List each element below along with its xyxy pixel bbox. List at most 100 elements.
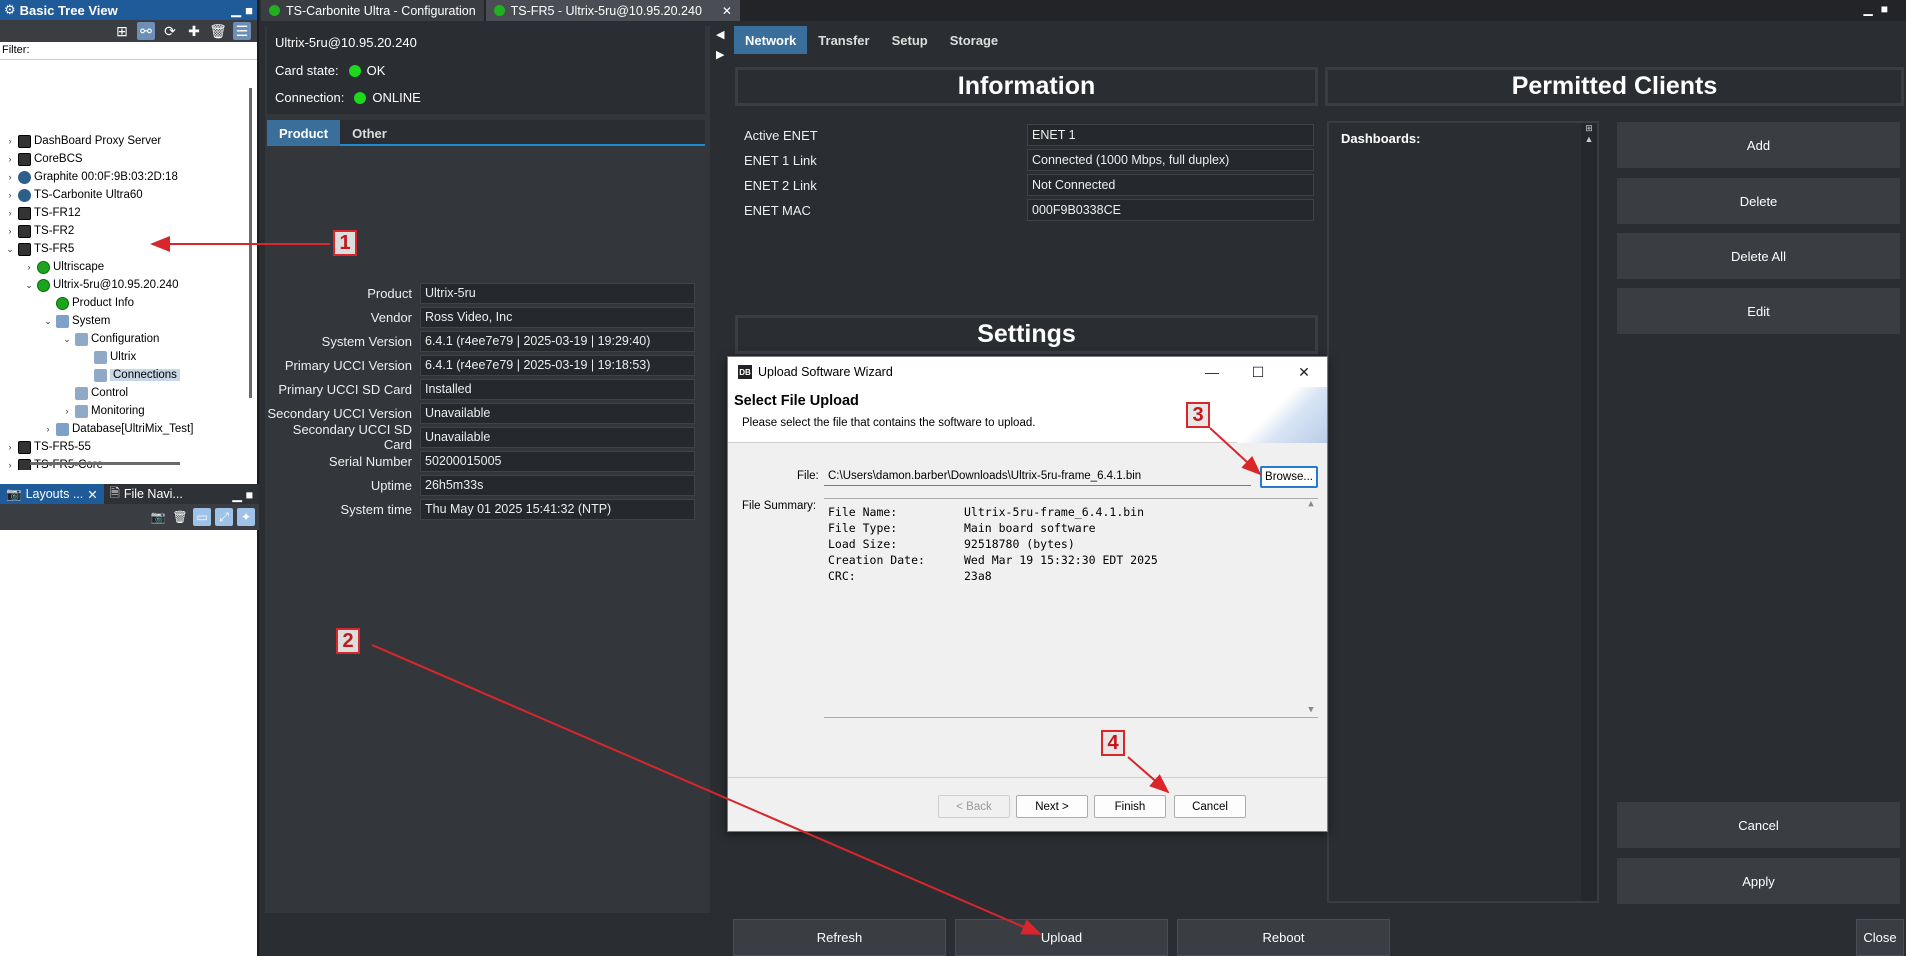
chevron-down-icon[interactable]: ⌄	[61, 334, 73, 345]
dashboards-scrollbar[interactable]: ⊞ ▲	[1581, 123, 1597, 901]
network-value[interactable]: 000F9B0338CE	[1027, 199, 1314, 221]
link-icon[interactable]: ⚯	[137, 22, 155, 40]
product-info-value[interactable]: Thu May 01 2025 15:41:32 (NTP)	[420, 498, 695, 520]
filter-label[interactable]: Filter:	[0, 42, 257, 60]
tree-item[interactable]: › Database[UltriMix_Test]	[42, 420, 193, 438]
tab-file-navigator[interactable]: 🗎 File Navi...	[104, 484, 189, 505]
refresh-icon[interactable]: ⟳	[161, 22, 179, 40]
tree-item[interactable]: › Ultriscape	[23, 258, 104, 276]
chevron-down-icon[interactable]: ⌄	[4, 244, 16, 255]
window-controls[interactable]: ▁■	[1864, 2, 1896, 16]
close-icon[interactable]: ✕	[722, 4, 732, 18]
tab-product[interactable]: Product	[267, 120, 341, 146]
tree-item[interactable]: Control	[61, 384, 128, 402]
chevron-right-icon[interactable]: ›	[23, 262, 35, 272]
tree-item[interactable]: Product Info	[42, 294, 134, 312]
refresh-button[interactable]: Refresh	[733, 919, 946, 956]
tree-item[interactable]: › Graphite 00:0F:9B:03:2D:18	[4, 168, 178, 186]
next-button[interactable]: Next >	[1016, 795, 1088, 818]
expand-icon[interactable]: ⤢	[215, 508, 233, 526]
product-info-value[interactable]: 26h5m33s	[420, 474, 695, 496]
apply-button[interactable]: Apply	[1616, 857, 1901, 905]
tab-carbonite-configuration[interactable]: TS-Carbonite Ultra - Configuration	[261, 0, 484, 21]
chevron-right-icon[interactable]: ›	[4, 172, 16, 182]
minimize-icon[interactable]: ▁ ■	[232, 487, 259, 502]
camera-icon[interactable]: 📷	[149, 508, 167, 526]
network-value[interactable]: Connected (1000 Mbps, full duplex)	[1027, 149, 1314, 171]
browse-button[interactable]: Browse...	[1260, 466, 1318, 488]
chevron-right-icon[interactable]: ›	[42, 424, 54, 434]
dashboards-list[interactable]: Dashboards: ⊞ ▲	[1327, 121, 1599, 903]
gear-icon[interactable]: ⚙	[4, 2, 16, 18]
list-view-icon[interactable]: ☰	[233, 22, 251, 40]
chevron-right-icon[interactable]: ›	[4, 190, 16, 200]
tree-item[interactable]: › TS-Carbonite Ultra60	[4, 186, 143, 204]
close-button[interactable]: Close	[1856, 919, 1904, 956]
product-info-value[interactable]: Ross Video, Inc	[420, 306, 695, 328]
new-window-icon[interactable]: ⊞	[113, 22, 131, 40]
tab-network[interactable]: Network	[734, 26, 808, 54]
tree-item[interactable]: Ultrix	[80, 348, 136, 366]
maximize-icon[interactable]: ■	[245, 3, 253, 18]
product-info-value[interactable]: Unavailable	[420, 402, 695, 424]
cancel-button[interactable]: Cancel	[1174, 795, 1246, 818]
star-icon[interactable]: ✦	[237, 508, 255, 526]
close-icon[interactable]: ✕	[87, 487, 97, 502]
chevron-right-icon[interactable]: ›	[4, 154, 16, 164]
product-info-value[interactable]: 6.4.1 (r4ee7e79 | 2025-03-19 | 19:29:40)	[420, 330, 695, 352]
product-info-value[interactable]: Installed	[420, 378, 695, 400]
network-value[interactable]: Not Connected	[1027, 174, 1314, 196]
tree-item[interactable]: › CoreBCS	[4, 150, 83, 168]
delete-icon[interactable]: 🗑	[171, 508, 189, 526]
summary-scrollbar[interactable]: ▲ ▼	[1304, 499, 1318, 717]
chevron-right-icon[interactable]: ›	[4, 460, 16, 470]
delete-button[interactable]: Delete	[1616, 177, 1901, 225]
finish-button[interactable]: Finish	[1094, 795, 1166, 818]
tab-transfer[interactable]: Transfer	[807, 26, 880, 54]
tree-item[interactable]: Connections	[80, 366, 180, 384]
tree-item[interactable]: › DashBoard Proxy Server	[4, 132, 161, 150]
add-icon[interactable]: ✚	[185, 22, 203, 40]
chevron-right-icon[interactable]: ›	[61, 406, 73, 416]
chevron-right-icon[interactable]: ›	[4, 136, 16, 146]
product-info-value[interactable]: Unavailable	[420, 426, 695, 448]
collapse-left-icon[interactable]: ◀	[716, 28, 724, 41]
layout-view-icon[interactable]: ▭	[193, 508, 211, 526]
tree-item[interactable]: ⌄ Configuration	[61, 330, 159, 348]
product-info-value[interactable]: 6.4.1 (r4ee7e79 | 2025-03-19 | 19:18:53)	[420, 354, 695, 376]
tree-item[interactable]: ⌄ Ultrix-5ru@10.95.20.240	[23, 276, 178, 294]
chevron-right-icon[interactable]: ›	[4, 226, 16, 236]
tree-item[interactable]: › TS-FR2	[4, 222, 74, 240]
tree-item[interactable]: › TS-FR5-55	[4, 438, 91, 456]
tree-vertical-scrollbar[interactable]	[249, 88, 252, 398]
chevron-right-icon[interactable]: ›	[4, 208, 16, 218]
tab-layouts[interactable]: 📷 Layouts ... ✕	[0, 484, 104, 504]
tree-item[interactable]: ⌄ TS-FR5	[4, 240, 74, 258]
add-button[interactable]: Add	[1616, 121, 1901, 169]
minimize-icon[interactable]: —	[1189, 357, 1235, 387]
tree-item[interactable]: › Monitoring	[61, 402, 145, 420]
tab-ultrix-device[interactable]: TS-FR5 - Ultrix-5ru@10.95.20.240 ✕	[485, 0, 740, 21]
product-info-value[interactable]: 50200015005	[420, 450, 695, 472]
close-icon[interactable]: ✕	[1281, 357, 1327, 387]
chevron-right-icon[interactable]: ›	[4, 442, 16, 452]
upload-button[interactable]: Upload	[955, 919, 1168, 956]
minimize-icon[interactable]: ▁	[231, 2, 241, 18]
tree-item[interactable]: › TS-FR12	[4, 204, 81, 222]
expand-right-icon[interactable]: ▶	[716, 48, 724, 61]
back-button[interactable]: < Back	[938, 795, 1010, 818]
maximize-icon[interactable]: ☐	[1235, 357, 1281, 387]
file-summary-box[interactable]: File Name: Ultrix-5ru-frame_6.4.1.bin File…	[824, 498, 1318, 718]
chevron-down-icon[interactable]: ⌄	[42, 316, 54, 327]
delete-icon[interactable]: 🗑	[209, 22, 227, 40]
tree-horizontal-scrollbar[interactable]	[30, 462, 180, 465]
tab-setup[interactable]: Setup	[881, 26, 939, 54]
network-value[interactable]: ENET 1	[1027, 124, 1314, 146]
product-info-value[interactable]: Ultrix-5ru	[420, 282, 695, 304]
tab-other[interactable]: Other	[340, 120, 399, 146]
cancel-button[interactable]: Cancel	[1616, 801, 1901, 849]
reboot-button[interactable]: Reboot	[1177, 919, 1390, 956]
edit-button[interactable]: Edit	[1616, 287, 1901, 335]
chevron-down-icon[interactable]: ⌄	[23, 280, 35, 291]
file-path-field[interactable]: C:\Users\damon.barber\Downloads\Ultrix-5…	[824, 467, 1251, 486]
